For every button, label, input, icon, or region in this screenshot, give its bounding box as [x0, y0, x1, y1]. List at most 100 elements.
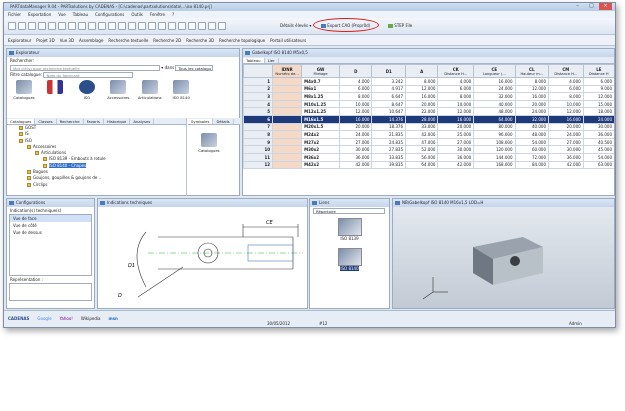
menu-fichier[interactable]: Fichier	[8, 12, 21, 17]
table-cell[interactable]: 12	[243, 160, 274, 170]
table-cell[interactable]: 27.000	[548, 137, 584, 147]
table-row[interactable]: 1 M4x0.7 4.000 3.242 8.000 4.000 16.000 8.000 4.…	[243, 77, 614, 86]
search-2d-button[interactable]: Recherche 2D	[153, 38, 181, 43]
catalog-crumb-articulations[interactable]: Articulations	[135, 78, 165, 106]
search-3d-button[interactable]: Recherche 3D	[186, 38, 214, 43]
filter-icon[interactable]	[118, 22, 126, 30]
table-cell[interactable]: 36.000	[548, 152, 584, 162]
link-iso8140[interactable]: ISO 8140	[310, 248, 389, 272]
table-cell[interactable]: 21.835	[371, 130, 406, 139]
table-cell[interactable]	[272, 145, 303, 154]
table-cell[interactable]: 40.000	[514, 122, 550, 132]
table-cell[interactable]: 20.000	[514, 99, 550, 109]
table-cell[interactable]: 24.000	[514, 107, 550, 116]
table-cell[interactable]: 48.000	[514, 130, 550, 139]
table-cell[interactable]: 16.000	[339, 114, 373, 124]
tab-lier[interactable]: Lier	[264, 58, 279, 63]
table-cell[interactable]: 36.000	[437, 152, 475, 162]
table-row[interactable]: 6 M16x1.5 16.000 14.376 28.000 16.000 64.000 32…	[243, 114, 614, 124]
config-item-face[interactable]: Vue de face	[10, 215, 91, 222]
table-cell[interactable]: 12.000	[582, 92, 614, 101]
zoom-icon[interactable]	[88, 22, 96, 30]
copy-icon[interactable]	[48, 22, 56, 30]
column-header[interactable]: GW Filetage	[301, 64, 341, 78]
table-cell[interactable]: 22.000	[404, 107, 439, 116]
table-cell[interactable]: 54.000	[582, 152, 614, 162]
table-cell[interactable]: 4.000	[339, 77, 373, 86]
table-cell[interactable]: 10.647	[371, 107, 406, 116]
export-icon[interactable]	[218, 22, 226, 30]
representation-list[interactable]	[9, 283, 92, 301]
table-cell[interactable]: M4x0.7	[301, 77, 341, 86]
table-cell[interactable]: 20.000	[548, 122, 584, 132]
table-row[interactable]: 7 M20x1.5 20.000 18.376 33.000 20.000 80.000 40…	[243, 122, 614, 132]
table-cell[interactable]	[272, 77, 303, 86]
table-cell[interactable]: 64.000	[473, 114, 516, 124]
catalog-crumb-flags[interactable]	[40, 78, 70, 106]
column-header[interactable]: CM Distance H...	[548, 64, 584, 78]
mail-icon[interactable]	[188, 22, 196, 30]
new-icon[interactable]	[8, 22, 16, 30]
tab-analyses[interactable]: Analyses	[130, 119, 155, 124]
details-dropdown[interactable]: Détails élevés ▾	[280, 23, 311, 28]
table-row[interactable]: 10 M30x2 30.000 27.835 52.000 30.000 120.000 60…	[243, 145, 614, 154]
table-cell[interactable]	[272, 122, 303, 132]
table-cell[interactable]: 8	[243, 130, 274, 139]
table-cell[interactable]: 4.000	[437, 77, 475, 86]
tab-symboles[interactable]: Symboles	[188, 119, 214, 124]
directory-select[interactable]: Répertoire	[313, 208, 385, 214]
table-cell[interactable]: 25.000	[437, 130, 475, 139]
table-cell[interactable]: 48.000	[473, 107, 516, 116]
table-cell[interactable]: 24.000	[339, 130, 373, 139]
table-cell[interactable]: 3.242	[371, 77, 406, 86]
table-cell[interactable]: M30x2	[301, 145, 341, 154]
table-cell[interactable]: 6.000	[437, 84, 475, 94]
table-cell[interactable]: 4.000	[548, 77, 584, 86]
table-cell[interactable]: M10x1.25	[301, 99, 341, 109]
table-cell[interactable]: 27.835	[371, 145, 406, 154]
table-cell[interactable]: 24.835	[371, 137, 406, 147]
table-cell[interactable]: M12x1.25	[301, 107, 341, 116]
table-cell[interactable]	[272, 107, 303, 116]
cadenas-logo[interactable]: CADENAS	[8, 316, 29, 321]
home-icon[interactable]	[128, 22, 136, 30]
table-cell[interactable]: 64.000	[404, 160, 439, 170]
table-cell[interactable]	[272, 152, 303, 162]
menu-help[interactable]: ?	[172, 12, 174, 17]
table-cell[interactable]: 60.000	[514, 145, 550, 154]
column-header[interactable]: CK Distance H...	[437, 64, 475, 78]
table-row[interactable]: 9 M27x2 27.000 24.835 47.000 27.000 108.000 54.…	[243, 137, 614, 147]
view-icon[interactable]	[98, 22, 106, 30]
table-cell[interactable]: 16.000	[473, 77, 516, 86]
menu-vue[interactable]: Vue	[58, 12, 65, 17]
table-cell[interactable]: 3	[243, 92, 274, 101]
column-header[interactable]: D1	[371, 64, 406, 78]
table-cell[interactable]: 16.000	[437, 114, 475, 124]
table-cell[interactable]: 18.376	[371, 122, 406, 132]
config-item-side[interactable]: Vue de côté	[10, 222, 91, 229]
tab-tableau[interactable]: Tableau	[243, 58, 265, 63]
redo-icon[interactable]	[78, 22, 86, 30]
table-cell[interactable]: 27.000	[339, 137, 373, 147]
catalog-crumb-iso8140[interactable]: ISO 8140	[166, 78, 196, 106]
google-logo[interactable]: Google	[37, 316, 51, 321]
topological-search-button[interactable]: Recherche topologique	[219, 38, 265, 43]
maximize-button[interactable]: □	[585, 3, 598, 10]
table-cell[interactable]	[272, 84, 303, 94]
table-cell[interactable]: 12.000	[548, 107, 584, 116]
table-cell[interactable]: 56.000	[404, 152, 439, 162]
table-cell[interactable]: 24.000	[582, 114, 614, 124]
table-cell[interactable]: M27x2	[301, 137, 341, 147]
table-cell[interactable]: M6x1	[301, 84, 341, 94]
table-cell[interactable]: 4.917	[371, 84, 406, 94]
paste-icon[interactable]	[58, 22, 66, 30]
tree-item[interactable]: Circlips	[7, 182, 186, 188]
table-cell[interactable]: 30.000	[339, 145, 373, 154]
tab-classes[interactable]: Classes	[35, 119, 57, 124]
table-cell[interactable]: 168.000	[473, 160, 516, 170]
wikipedia-logo[interactable]: Wikipedia	[81, 316, 101, 321]
table-cell[interactable]: M16x1.5	[301, 114, 341, 124]
table-cell[interactable]: 33.835	[371, 152, 406, 162]
star-icon[interactable]	[168, 22, 176, 30]
tab-favoris[interactable]: Favoris	[83, 119, 104, 124]
